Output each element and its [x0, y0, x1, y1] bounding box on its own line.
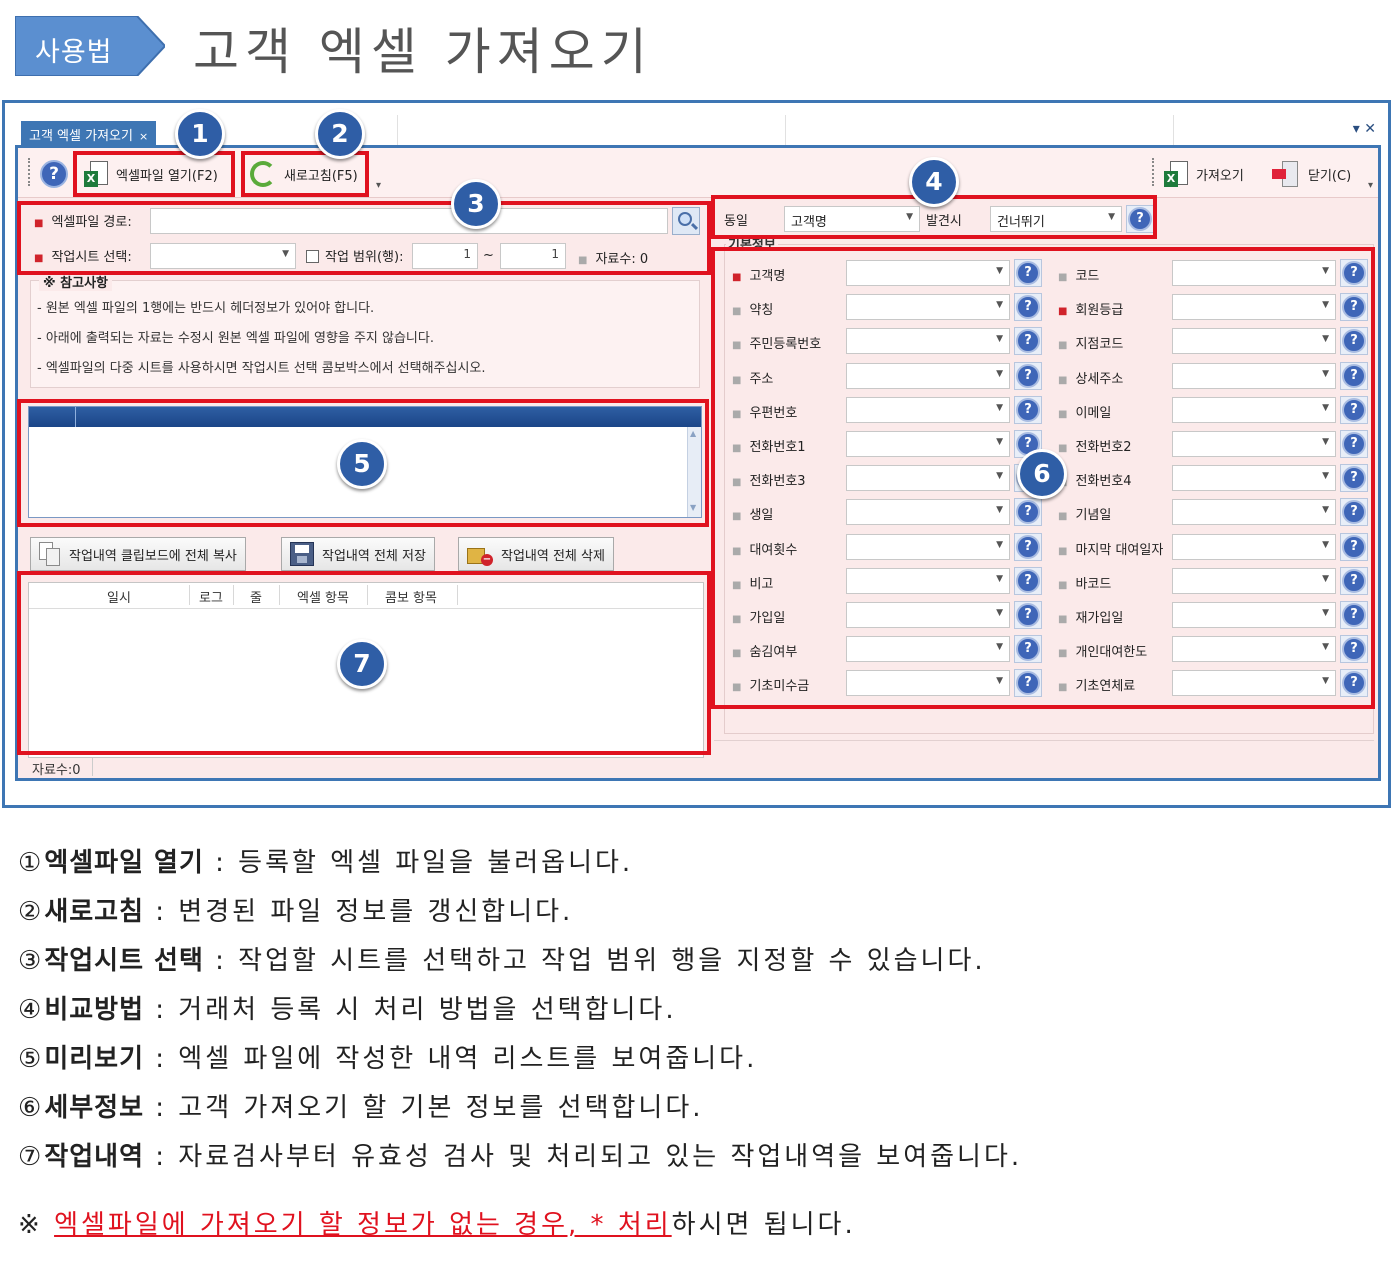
toolbar-overflow-icon[interactable]: ▾ — [1368, 180, 1373, 191]
log-record-count: 자료수:0 — [32, 763, 81, 778]
description-text: : 등록할 엑셀 파일을 불러옵니다. — [203, 848, 634, 878]
description-number: ④ — [18, 995, 45, 1025]
tab-bar-divider — [1173, 115, 1174, 145]
callout-5: 5 — [337, 439, 387, 489]
copy-log-button[interactable]: 작업내역 클립보드에 전체 복사 — [30, 537, 246, 571]
exit-door-icon — [1272, 161, 1300, 187]
highlight-refresh — [241, 151, 369, 197]
status-divider — [92, 758, 93, 776]
highlight-open-excel — [73, 151, 235, 197]
description-number: ⑦ — [18, 1142, 45, 1172]
close-button[interactable]: 닫기(C) — [1272, 156, 1351, 192]
toolbar-overflow-icon[interactable]: ▾ — [376, 180, 381, 191]
description-term: 엑셀파일 열기 — [44, 848, 204, 878]
note-line: - 아래에 출력되는 자료는 수정시 원본 엑셀 파일에 영향을 주지 않습니다… — [37, 331, 434, 346]
callout-3: 3 — [451, 179, 501, 229]
save-log-button[interactable]: 작업내역 전체 저장 — [281, 537, 435, 571]
description-number: ③ — [18, 946, 45, 976]
note-line: - 원본 엑셀 파일의 1행에는 반드시 헤더정보가 있어야 합니다. — [37, 301, 375, 316]
footnote: ※ 엑셀파일에 가져오기 할 정보가 없는 경우, * 처리하시면 됩니다. — [18, 1204, 856, 1241]
tab-close-icon[interactable]: × — [139, 130, 148, 143]
description-item: ①엑셀파일 열기 : 등록할 엑셀 파일을 불러옵니다. — [18, 842, 633, 879]
delete-log-label: 작업내역 전체 삭제 — [501, 548, 605, 564]
callout-2: 2 — [315, 109, 365, 159]
callout-7: 7 — [337, 639, 387, 689]
delete-log-button[interactable]: − 작업내역 전체 삭제 — [458, 537, 614, 571]
tab-label: 고객 엑셀 가져오기 — [29, 129, 133, 144]
footnote-rest: 하시면 됩니다. — [671, 1210, 856, 1240]
floppy-save-icon — [290, 542, 314, 566]
callout-6: 6 — [1017, 449, 1067, 499]
import-label: 가져오기 — [1196, 168, 1244, 184]
description-text: : 엑셀 파일에 작성한 내역 리스트를 보여줍니다. — [144, 1044, 758, 1074]
note-line: - 엑셀파일의 다중 시트를 사용하시면 작업시트 선택 콤보박스에서 선택해주… — [37, 361, 486, 376]
footnote-highlight: 엑셀파일에 가져오기 할 정보가 없는 경우, * 처리 — [54, 1210, 672, 1240]
footnote-mark: ※ — [18, 1210, 43, 1240]
copy-log-label: 작업내역 클립보드에 전체 복사 — [69, 548, 237, 564]
app-window: 고객 엑셀 가져오기 × ▾ ✕ ? X 엑셀파일 열기(F2) 새로고침(F5)… — [2, 100, 1391, 808]
panel-divider — [714, 740, 1374, 741]
description-item: ⑤미리보기 : 엑셀 파일에 작성한 내역 리스트를 보여줍니다. — [18, 1038, 757, 1075]
description-text: : 거래처 등록 시 처리 방법을 선택합니다. — [144, 995, 677, 1025]
tab-bar-divider — [785, 115, 786, 145]
toolbar-grip[interactable] — [1152, 158, 1155, 186]
notes-box: ※ 참고사항 - 원본 엑셀 파일의 1행에는 반드시 헤더정보가 있어야 합니… — [30, 272, 700, 388]
description-text: : 변경된 파일 정보를 갱신합니다. — [144, 897, 574, 927]
description-number: ② — [18, 897, 45, 927]
window-controls[interactable]: ▾ ✕ — [1353, 121, 1376, 137]
usage-badge: 사용법 — [15, 16, 165, 76]
description-item: ⑥세부정보 : 고객 가져오기 할 기본 정보를 선택합니다. — [18, 1087, 704, 1124]
description-number: ⑤ — [18, 1044, 45, 1074]
description-text: : 작업할 시트를 선택하고 작업 범위 행을 지정할 수 있습니다. — [203, 946, 986, 976]
usage-badge-label: 사용법 — [35, 37, 113, 68]
delete-items-icon: − — [467, 542, 493, 566]
description-text: : 고객 가져오기 할 기본 정보를 선택합니다. — [144, 1093, 704, 1123]
clipboard-copy-icon — [39, 542, 61, 566]
description-number: ⑥ — [18, 1093, 45, 1123]
page-title: 고객 엑셀 가져오기 — [193, 23, 653, 81]
description-term: 세부정보 — [44, 1093, 144, 1123]
save-log-label: 작업내역 전체 저장 — [322, 548, 426, 564]
tab-bar-divider — [397, 115, 398, 145]
close-label: 닫기(C) — [1308, 168, 1352, 184]
tab-customer-excel-import[interactable]: 고객 엑셀 가져오기 × — [21, 121, 157, 145]
callout-4: 4 — [909, 157, 959, 207]
highlight-sheet-select — [17, 201, 711, 275]
toolbar-grip[interactable] — [28, 158, 31, 186]
description-item: ⑦작업내역 : 자료검사부터 유효성 검사 및 처리되고 있는 작업내역을 보여… — [18, 1136, 1022, 1173]
description-text: : 자료검사부터 유효성 검사 및 처리되고 있는 작업내역을 보여줍니다. — [144, 1142, 1023, 1172]
description-number: ① — [18, 848, 45, 878]
excel-import-icon: X — [1164, 161, 1188, 187]
description-term: 미리보기 — [44, 1044, 144, 1074]
callout-1: 1 — [175, 109, 225, 159]
description-term: 작업내역 — [44, 1142, 144, 1172]
description-term: 새로고침 — [44, 897, 144, 927]
description-term: 비교방법 — [44, 995, 144, 1025]
description-item: ④비교방법 : 거래처 등록 시 처리 방법을 선택합니다. — [18, 989, 677, 1026]
description-item: ③작업시트 선택 : 작업할 시트를 선택하고 작업 범위 행을 지정할 수 있… — [18, 940, 986, 977]
description-term: 작업시트 선택 — [44, 946, 204, 976]
help-icon[interactable]: ? — [40, 160, 68, 188]
description-item: ②새로고침 : 변경된 파일 정보를 갱신합니다. — [18, 891, 573, 928]
import-button[interactable]: X 가져오기 — [1164, 156, 1244, 192]
